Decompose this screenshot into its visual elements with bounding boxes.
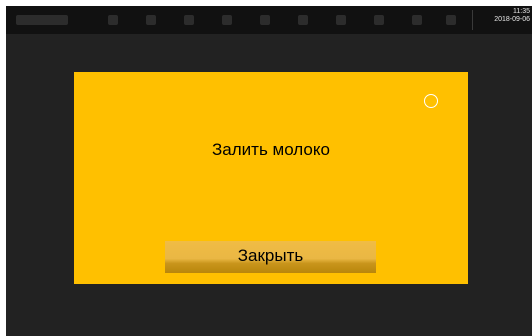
fill-milk-dialog: Залить молоко Закрыть [74, 72, 468, 284]
status-divider [472, 10, 473, 30]
close-button[interactable]: Закрыть [165, 241, 376, 273]
status-icon [16, 15, 68, 25]
status-icon [260, 15, 270, 25]
clock-date: 2018-09-06 [494, 16, 530, 23]
circle-indicator-icon [424, 94, 438, 108]
status-icon [184, 15, 194, 25]
dialog-message: Залить молоко [212, 140, 330, 159]
status-bar: 11:35 2018-09-06 [6, 6, 532, 34]
status-icon [146, 15, 156, 25]
status-icon [336, 15, 346, 25]
status-icon [298, 15, 308, 25]
status-icon [412, 15, 422, 25]
clock-time: 11:35 [513, 8, 530, 15]
status-icon [374, 15, 384, 25]
status-icon [108, 15, 118, 25]
status-icon [446, 15, 456, 25]
clock: 11:35 2018-09-06 [494, 8, 530, 24]
machine-screen: 11:35 2018-09-06 Залить молоко Закрыть [6, 6, 532, 336]
status-icon [222, 15, 232, 25]
